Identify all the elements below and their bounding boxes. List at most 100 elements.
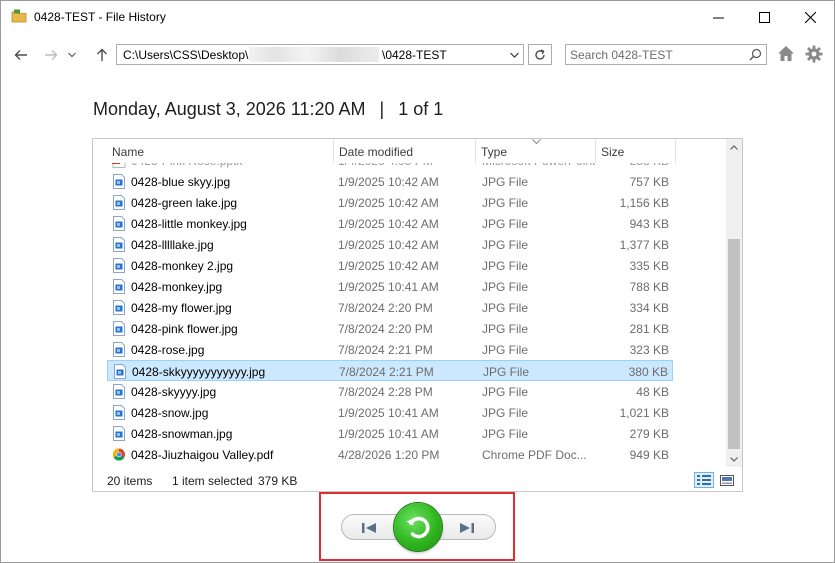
file-size: 788 KB	[629, 280, 669, 294]
close-icon	[804, 11, 816, 23]
close-button[interactable]	[787, 1, 833, 33]
item-count: 20 items	[107, 474, 153, 488]
file-size: 258 KB	[630, 163, 669, 168]
forward-arrow-icon	[45, 50, 58, 60]
refresh-button[interactable]	[528, 44, 552, 65]
file-name: 0428-Jiuzhaigou Valley.pdf	[131, 448, 274, 462]
file-row[interactable]: 0428-snow.jpg 1/9/2025 10:41 AM JPG File 1,…	[107, 402, 673, 423]
file-type: JPG File	[482, 322, 529, 336]
scroll-up-button[interactable]	[726, 139, 742, 155]
chevron-down-icon	[509, 52, 519, 58]
file-type: JPG File	[482, 343, 529, 357]
file-row[interactable]: 0428-skkyyyyyyyyyyy.jpg 7/8/2024 2:21 PM J…	[107, 360, 673, 381]
file-name: 0428-my flower.jpg	[131, 301, 232, 315]
minimize-icon	[712, 17, 724, 18]
file-size: 323 KB	[629, 343, 669, 357]
address-dropdown-button[interactable]	[505, 45, 523, 64]
file-row[interactable]: 0428-rose.jpg 7/8/2024 2:21 PM JPG File 323…	[107, 339, 673, 360]
gear-icon[interactable]	[805, 45, 823, 63]
file-row[interactable]: 0428-monkey.jpg 1/9/2025 10:41 AM JPG File…	[107, 276, 673, 297]
address-bar[interactable]: C:\Users\CSS\Desktop\ \0428-TEST	[116, 44, 524, 65]
restore-button[interactable]	[394, 503, 442, 551]
large-icons-view-icon	[720, 474, 734, 486]
file-history-window: 0428-TEST - File History C:\Users\CSS\De…	[0, 0, 835, 563]
chevron-down-icon	[68, 52, 76, 58]
home-icon[interactable]	[777, 45, 795, 62]
column-header-name-label: Name	[112, 145, 145, 159]
file-type: JPG File	[483, 365, 530, 379]
header-separator: |	[379, 99, 385, 119]
up-button[interactable]	[92, 45, 112, 65]
file-row[interactable]: 0428-skyyyy.jpg 7/8/2024 2:28 PM JPG File 4…	[107, 381, 673, 402]
back-button[interactable]	[11, 45, 31, 65]
file-name: 0428-monkey 2.jpg	[131, 259, 234, 273]
details-view-button[interactable]	[694, 472, 714, 488]
file-type: JPG File	[482, 280, 529, 294]
chevron-down-icon	[730, 456, 738, 462]
sort-chevron-icon	[532, 139, 541, 145]
details-view-icon	[697, 475, 711, 485]
vertical-scrollbar[interactable]	[726, 139, 742, 467]
file-type: JPG File	[482, 406, 529, 420]
previous-version-button[interactable]	[358, 519, 380, 536]
file-size: 1,377 KB	[619, 238, 669, 252]
scroll-down-button[interactable]	[726, 451, 742, 467]
column-header-size[interactable]: Size	[596, 139, 676, 163]
file-date-modified: 1/9/2025 10:42 AM	[338, 238, 439, 252]
status-bar: 20 items 1 item selected 379 KB	[93, 468, 742, 491]
large-icons-view-button[interactable]	[717, 472, 737, 488]
column-header-date[interactable]: Date modified	[334, 139, 476, 163]
file-name: 0428-little monkey.jpg	[131, 217, 247, 231]
file-date-modified: 1/9/2025 10:42 AM	[338, 175, 439, 189]
search-box[interactable]	[565, 44, 767, 65]
recent-locations-button[interactable]	[65, 45, 79, 65]
file-date-modified: 1/9/2025 10:41 AM	[338, 427, 439, 441]
file-row[interactable]: 0428-my flower.jpg 7/8/2024 2:20 PM JPG Fi…	[107, 297, 673, 318]
file-type: JPG File	[482, 427, 529, 441]
chevron-up-icon	[730, 144, 738, 150]
file-date-modified: 7/8/2024 2:28 PM	[338, 385, 433, 399]
column-header-date-label: Date modified	[339, 145, 414, 159]
file-name: 0428-pink flower.jpg	[131, 322, 238, 336]
column-headers: Name Date modified Type Size	[93, 139, 727, 163]
file-date-modified: 1/9/2025 10:41 AM	[338, 280, 439, 294]
scrollbar-thumb[interactable]	[728, 239, 740, 449]
window-title: 0428-TEST - File History	[34, 10, 166, 24]
file-size: 1,156 KB	[619, 196, 669, 210]
backup-date: Monday, August 3, 2026 11:20 AM	[93, 99, 366, 119]
search-icon	[749, 48, 762, 61]
file-size: 335 KB	[629, 259, 669, 273]
file-row[interactable]: 0428-monkey 2.jpg 1/9/2025 10:42 AM JPG Fi…	[107, 255, 673, 276]
file-row[interactable]: 0428-snowman.jpg 1/9/2025 10:41 AM JPG Fil…	[107, 423, 673, 444]
file-name: 0428-snowman.jpg	[131, 427, 233, 441]
file-size: 334 KB	[629, 301, 669, 315]
file-name: 0428-snow.jpg	[131, 406, 209, 420]
file-date-modified: 1/9/2025 10:42 AM	[338, 217, 439, 231]
file-row[interactable]: 0428-Pink Rose.pptx 1/4/2026 4:05 PM Micro…	[107, 163, 673, 171]
file-size: 943 KB	[629, 217, 669, 231]
file-type: Microsoft PowerPoint	[482, 163, 595, 168]
file-row[interactable]: 0428-Jiuzhaigou Valley.pdf 4/28/2026 1:20…	[107, 444, 673, 465]
file-name: 0428-monkey.jpg	[131, 280, 223, 294]
file-date-modified: 1/9/2025 10:42 AM	[338, 259, 439, 273]
next-version-button[interactable]	[456, 519, 478, 536]
minimize-button[interactable]	[695, 1, 741, 33]
search-input[interactable]	[570, 47, 740, 62]
file-row[interactable]: 0428-lllllake.jpg 1/9/2025 10:42 AM JPG Fi…	[107, 234, 673, 255]
file-type: JPG File	[482, 175, 529, 189]
file-row[interactable]: 0428-blue skyy.jpg 1/9/2025 10:42 AM JPG F…	[107, 171, 673, 192]
forward-button[interactable]	[41, 45, 61, 65]
file-row[interactable]: 0428-green lake.jpg 1/9/2025 10:42 AM JPG …	[107, 192, 673, 213]
maximize-button[interactable]	[741, 1, 787, 33]
file-date-modified: 7/8/2024 2:20 PM	[338, 322, 433, 336]
file-type: JPG File	[482, 385, 529, 399]
backup-page-indicator: 1 of 1	[398, 99, 444, 119]
file-date-modified: 1/9/2025 10:42 AM	[338, 196, 439, 210]
file-row[interactable]: 0428-pink flower.jpg 7/8/2024 2:20 PM JPG …	[107, 318, 673, 339]
column-header-name[interactable]: Name	[107, 139, 334, 163]
selection-size: 379 KB	[258, 474, 298, 488]
file-type: Chrome PDF Doc...	[482, 448, 587, 462]
file-row[interactable]: 0428-little monkey.jpg 1/9/2025 10:42 AM J…	[107, 213, 673, 234]
backup-date-header: Monday, August 3, 2026 11:20 AM | 1 of 1	[93, 99, 443, 120]
previous-version-icon	[362, 522, 376, 533]
